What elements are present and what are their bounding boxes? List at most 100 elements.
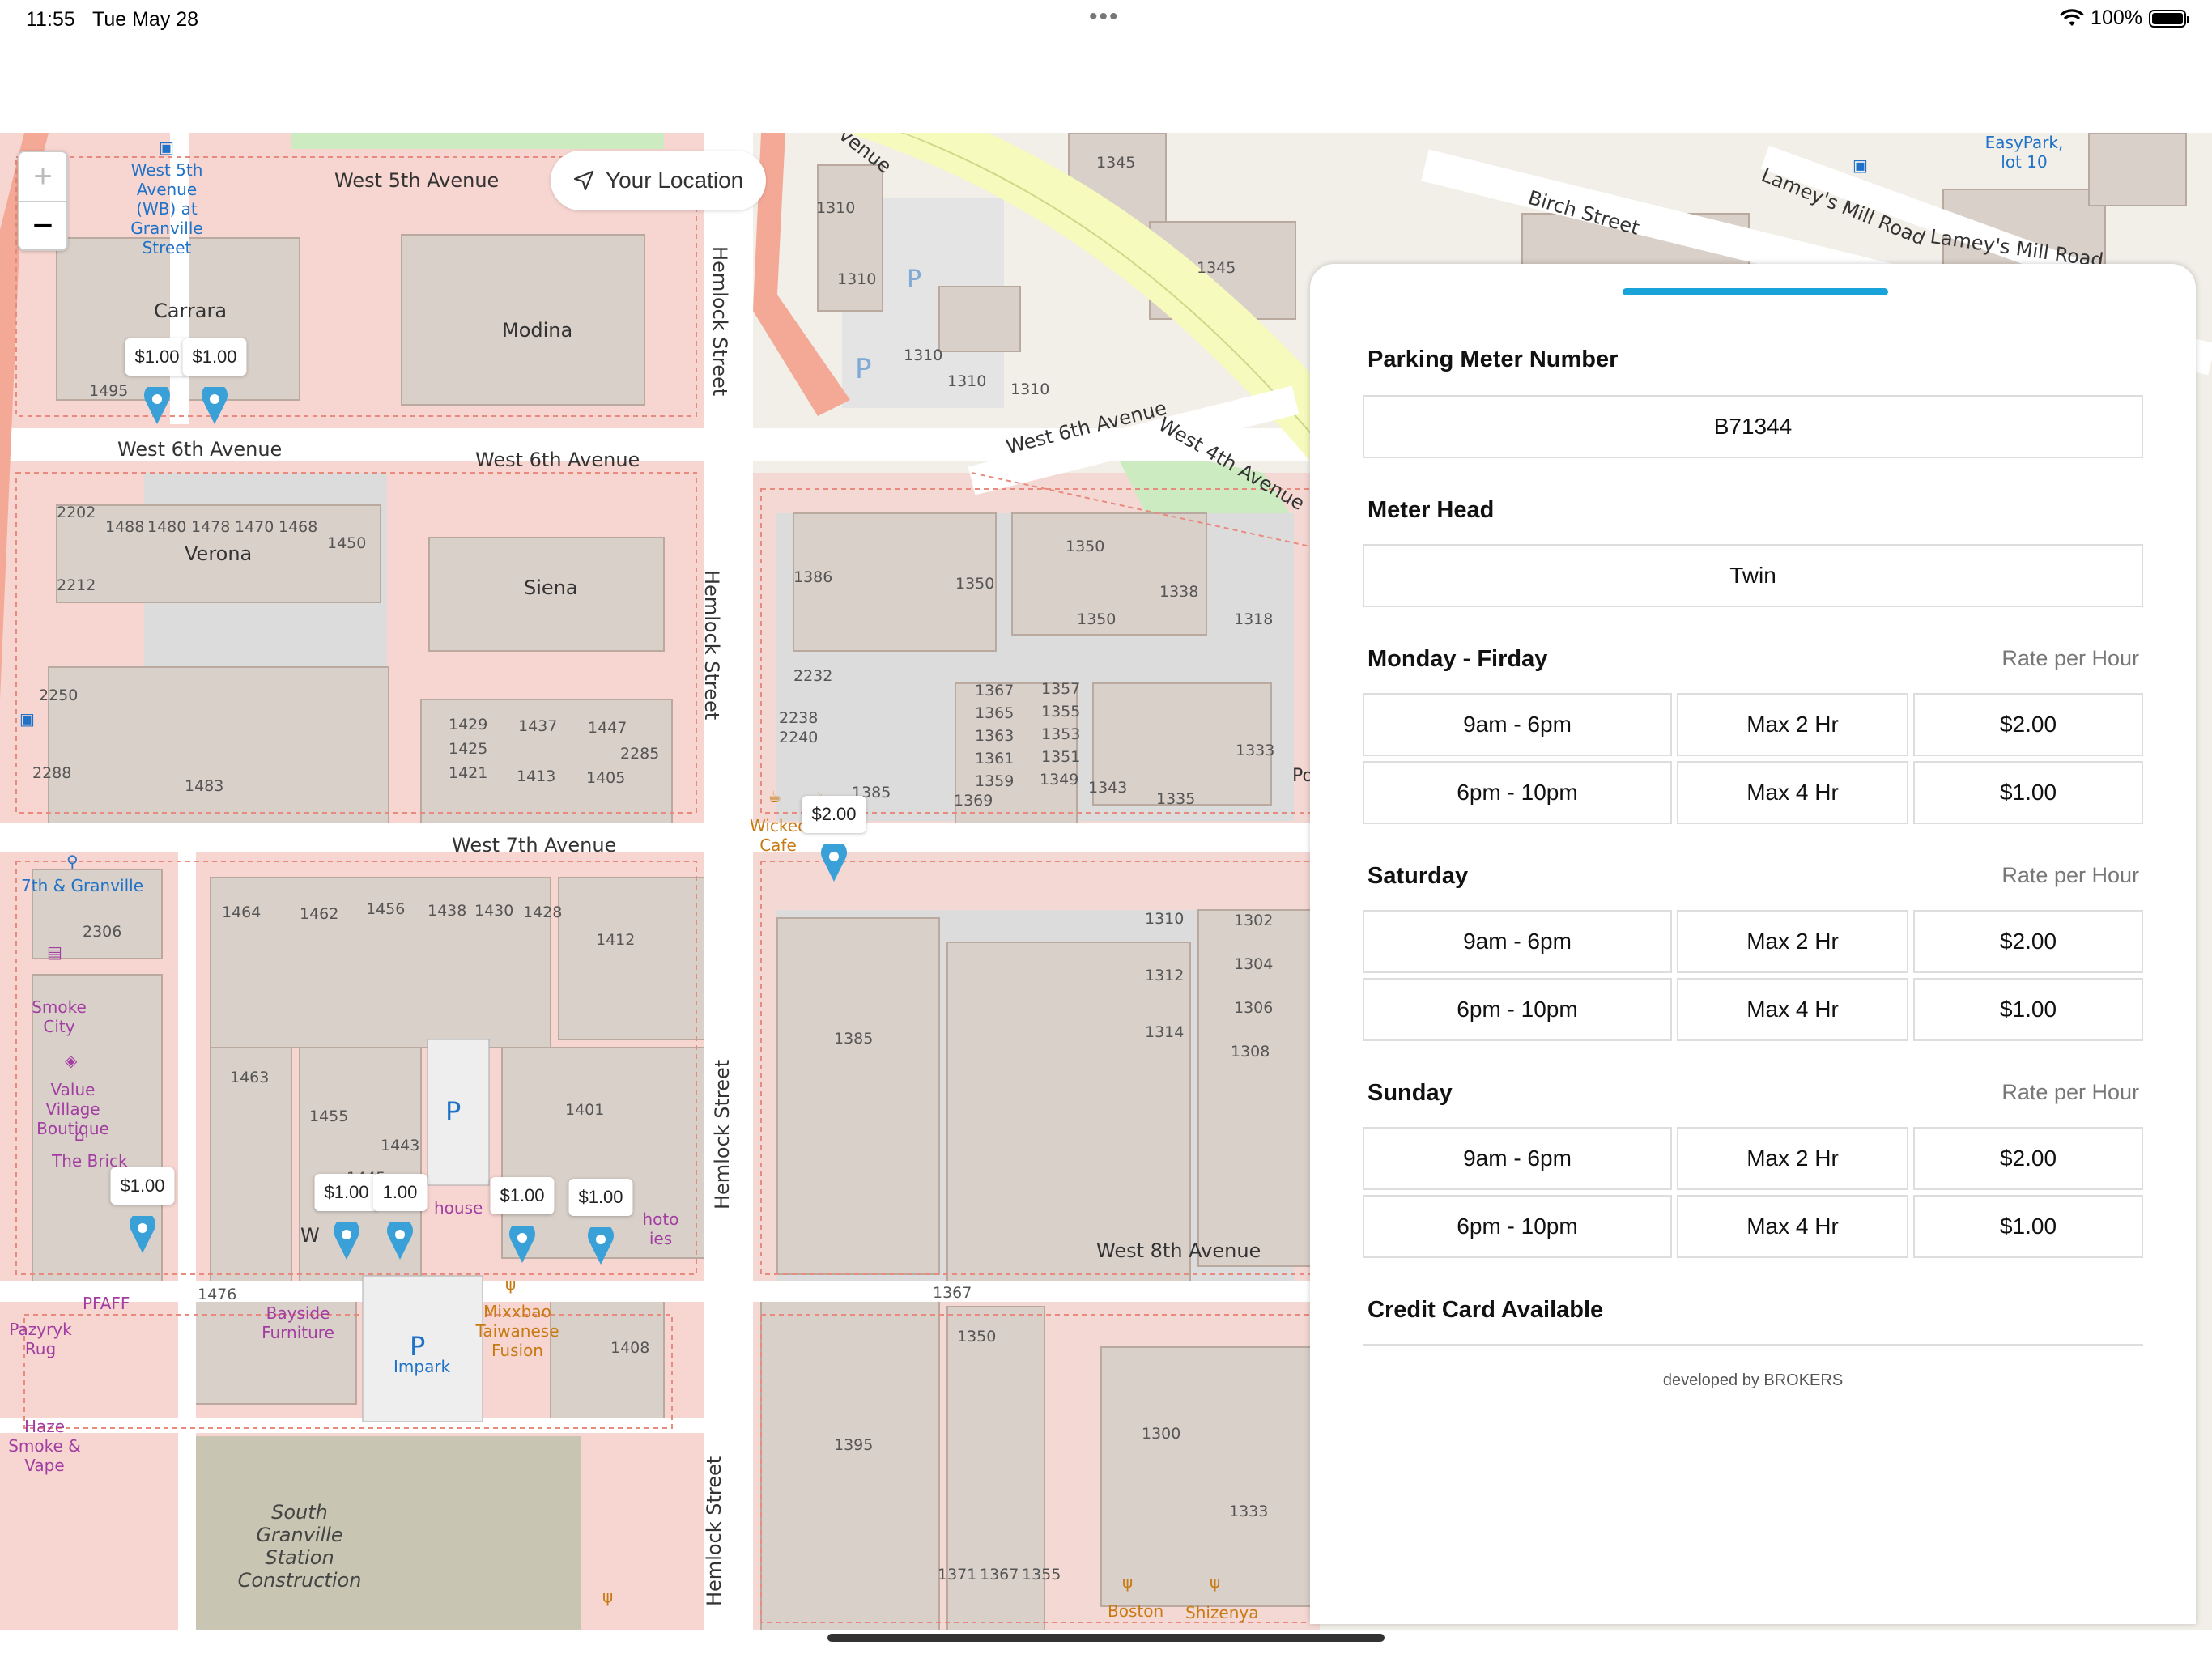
poi-label[interactable]: house [434, 1198, 483, 1218]
house-number: 1401 [565, 1101, 605, 1119]
rate-price: $2.00 [1913, 693, 2143, 756]
restaurant-label[interactable]: Shizenya [1185, 1603, 1259, 1622]
house-number: 1430 [474, 902, 514, 920]
rate-price: $1.00 [1913, 761, 2143, 824]
status-time: 11:55 [26, 8, 75, 31]
house-number: 1304 [1234, 955, 1274, 973]
battery-icon [2149, 9, 2189, 28]
poi-label[interactable]: Value Village Boutique [23, 1080, 123, 1138]
street-label: West 8th Avenue [1096, 1239, 1261, 1262]
zoom-in-button[interactable]: + [19, 152, 66, 201]
house-number: 1456 [366, 900, 406, 918]
zoom-out-button[interactable]: − [19, 201, 66, 249]
restaurant-label[interactable]: Boston [1108, 1601, 1163, 1621]
restaurant-icon[interactable]: ψ [1210, 1572, 1220, 1592]
house-number: 1333 [1236, 742, 1275, 759]
rate-max: Max 4 Hr [1677, 761, 1908, 824]
parking-icon[interactable]: P [855, 353, 872, 385]
furniture-icon[interactable]: ⌂ [74, 1125, 85, 1145]
rate-price: $2.00 [1913, 910, 2143, 973]
house-number: 1343 [1088, 779, 1128, 797]
zoom-control: + − [18, 151, 68, 251]
house-number: 1351 [1041, 748, 1081, 766]
poi-label[interactable]: Haze Smoke & Vape [0, 1417, 89, 1475]
map-pin-icon [509, 1226, 535, 1263]
house-number: 1447 [588, 719, 627, 737]
bag-icon[interactable]: ◈ [65, 1051, 77, 1070]
house-number: 1359 [975, 772, 1015, 790]
construction-label: South Granville Station Construction [237, 1501, 362, 1592]
house-number: 2285 [620, 745, 660, 763]
wifi-icon [2060, 8, 2084, 26]
battery-percent: 100% [2091, 6, 2142, 29]
cafe-icon[interactable]: ☕ [768, 787, 782, 806]
parking-icon[interactable]: P [445, 1096, 461, 1127]
status-indicators: 100% [2060, 6, 2189, 30]
map-pin-icon [821, 844, 847, 882]
price-label: $1.00 [314, 1174, 379, 1211]
poi-label[interactable]: Pazyryk Rug [8, 1320, 73, 1358]
poi-label[interactable]: Bayside Furniture [259, 1303, 337, 1342]
poi-label[interactable]: Smoke City [31, 997, 87, 1036]
street-label: W [300, 1224, 320, 1247]
restaurant-label[interactable]: Mixxbao Taiwanese Fusion [473, 1302, 562, 1360]
bike-station-label[interactable]: 7th & Granville [21, 876, 143, 895]
building-label: Siena [524, 576, 578, 599]
parking-icon[interactable]: P [907, 266, 921, 294]
cafe-label[interactable]: Wicked Cafe [750, 816, 808, 855]
house-number: 1314 [1145, 1023, 1185, 1041]
house-number: 1363 [975, 727, 1015, 745]
rate-max: Max 2 Hr [1677, 1127, 1908, 1190]
restaurant-icon[interactable]: ψ [1122, 1572, 1133, 1592]
house-number: 1483 [185, 777, 224, 795]
home-indicator[interactable] [827, 1634, 1385, 1642]
house-number: 2238 [779, 709, 819, 727]
house-number: 1350 [1066, 538, 1105, 555]
house-number: 1355 [1041, 703, 1081, 721]
map-pin-icon [387, 1222, 413, 1260]
street-label: West 6th Avenue [117, 438, 283, 461]
poi-label[interactable]: PFAFF [83, 1294, 130, 1313]
bus-icon[interactable]: ▣ [19, 709, 35, 729]
parking-icon[interactable]: P [410, 1331, 425, 1362]
street-label: Hemlock Street [711, 1059, 734, 1209]
poi-label[interactable]: hoto ies [636, 1209, 685, 1248]
status-bar: 11:55 Tue May 28 ••• 100% [0, 0, 2212, 39]
house-number: 1333 [1229, 1503, 1269, 1520]
restaurant-icon[interactable]: ψ [602, 1587, 613, 1606]
your-location-button[interactable]: Your Location [551, 151, 767, 210]
bus-icon[interactable]: ▣ [1853, 155, 1868, 175]
house-number: 2240 [779, 729, 819, 746]
house-number: 1438 [428, 902, 467, 920]
bus-icon[interactable]: ▣ [159, 138, 174, 157]
schedule-day-label: Sunday [1368, 1080, 1453, 1106]
parking-label[interactable]: EasyPark, lot 10 [1976, 133, 2073, 172]
credit-card-label: Credit Card Available [1368, 1297, 1604, 1323]
house-number: 1462 [300, 905, 339, 923]
house-number: 1335 [1156, 790, 1196, 808]
house-number: 1338 [1159, 583, 1199, 601]
drag-handle[interactable] [1623, 288, 1888, 295]
rate-row: 6pm - 10pm Max 4 Hr $1.00 [1363, 1195, 2143, 1258]
rate-max: Max 2 Hr [1677, 910, 1908, 973]
location-arrow-icon [573, 170, 594, 191]
rate-per-hour-label: Rate per Hour [2001, 1080, 2139, 1104]
rate-max: Max 2 Hr [1677, 693, 1908, 756]
shop-icon[interactable]: ▤ [47, 942, 62, 962]
house-number: 1361 [975, 750, 1015, 767]
bike-icon[interactable]: ⚲ [66, 852, 79, 871]
bus-stop-label[interactable]: West 5th Avenue (WB) at Granville Street [121, 160, 212, 257]
rate-price: $2.00 [1913, 1127, 2143, 1190]
house-number: 1437 [518, 717, 558, 735]
multitasking-dots-icon[interactable]: ••• [1089, 3, 1120, 31]
house-number: 1310 [837, 270, 877, 288]
restaurant-icon[interactable]: ψ [505, 1274, 516, 1294]
meter-number-label: Parking Meter Number [1368, 346, 1619, 372]
house-number: 1385 [834, 1030, 874, 1048]
house-number: 2212 [57, 576, 96, 594]
schedule-day-label: Monday - Firday [1368, 646, 1548, 672]
house-number: 1367 [975, 682, 1015, 699]
rate-row: 9am - 6pm Max 2 Hr $2.00 [1363, 693, 2143, 756]
rate-per-hour-label: Rate per Hour [2001, 863, 2139, 887]
house-number: 1310 [1145, 910, 1185, 928]
